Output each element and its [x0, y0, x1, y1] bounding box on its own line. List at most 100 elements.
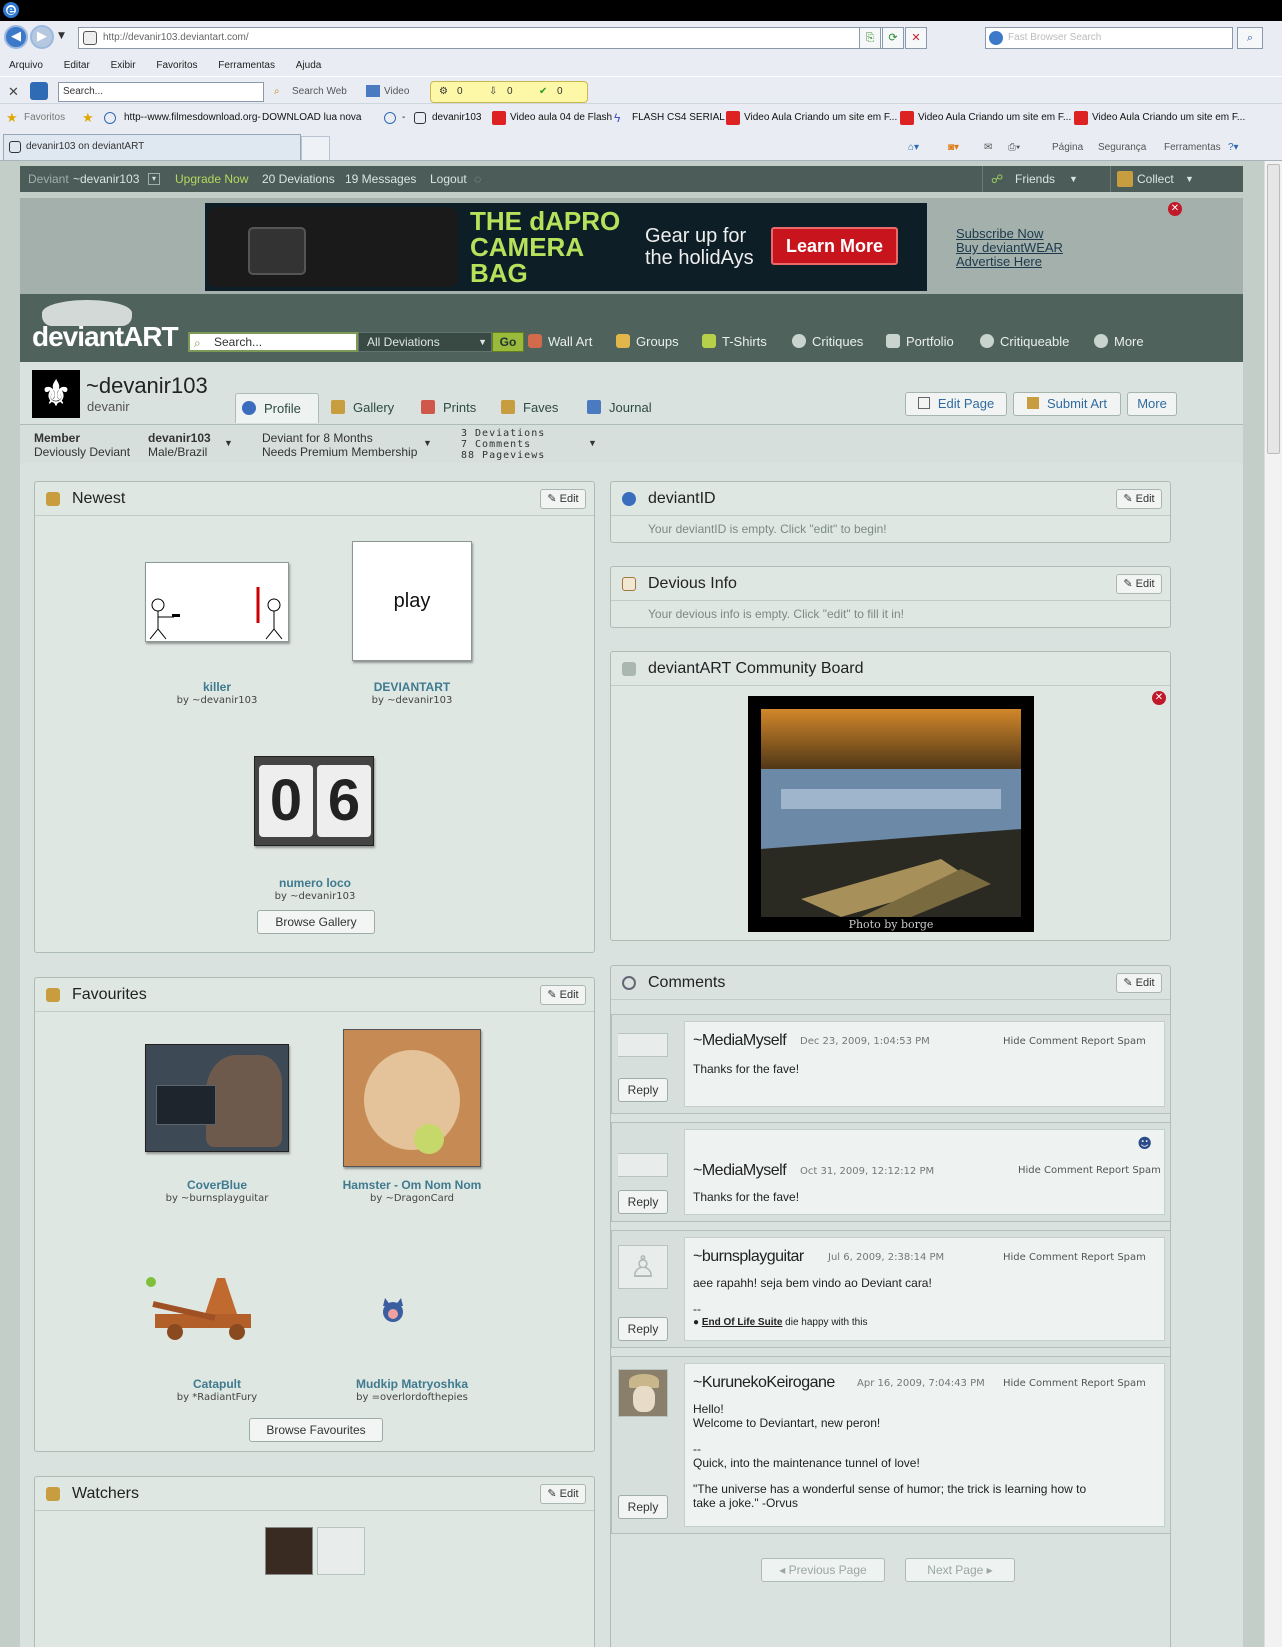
sig-link[interactable]: End Of Life Suite: [702, 1317, 783, 1328]
mail-icon[interactable]: ✉: [984, 140, 992, 156]
comment-1-reply-button[interactable]: Reply: [618, 1078, 668, 1102]
comment-1-date[interactable]: Dec 23, 2009, 1:04:53 PM: [800, 1036, 930, 1048]
search-web-button[interactable]: Search Web: [292, 83, 347, 101]
fav-author-catapult[interactable]: by *RadiantFury: [117, 1392, 317, 1404]
comment-3-avatar[interactable]: ♙: [618, 1245, 668, 1289]
user-dropdown-icon[interactable]: ▾: [148, 173, 160, 185]
site-search-input[interactable]: ⌕ Search...: [188, 332, 358, 352]
forward-button[interactable]: ▶: [30, 25, 54, 49]
buy-deviantwear-link[interactable]: Buy deviantWEAR: [956, 241, 1063, 255]
print-icon[interactable]: ⎙▾: [1008, 140, 1020, 156]
favorites-label[interactable]: Favoritos: [24, 105, 65, 131]
comment-2-avatar[interactable]: [618, 1153, 668, 1177]
subscribe-link[interactable]: Subscribe Now: [956, 227, 1063, 241]
toolbar-download-icon[interactable]: [30, 82, 48, 100]
close-board-icon[interactable]: ✕: [1152, 691, 1166, 705]
newest-edit-button[interactable]: ✎ Edit: [540, 489, 586, 509]
since-dropdown-icon[interactable]: ▼: [423, 436, 432, 450]
fav-link-8[interactable]: Video Aula Criando um site em F...: [918, 105, 1071, 131]
comment-2-author[interactable]: ~MediaMyself: [693, 1162, 787, 1180]
user-stat[interactable]: devanir103 Male/Brazil: [148, 431, 211, 459]
hamster-thumbnail[interactable]: [343, 1029, 481, 1167]
user-stat-dropdown-icon[interactable]: ▼: [224, 436, 233, 450]
nav-critiqueable[interactable]: Critiqueable: [980, 334, 1069, 350]
nav-critiques[interactable]: Critiques: [792, 334, 863, 350]
comment-1-author[interactable]: ~MediaMyself: [693, 1032, 787, 1050]
back-button[interactable]: ◀: [4, 25, 28, 49]
community-photo[interactable]: Photo by borge: [748, 696, 1034, 932]
fav-author-hamster[interactable]: by ~DragonCard: [312, 1193, 512, 1205]
deviation-title-numero-loco[interactable]: numero loco: [215, 876, 415, 890]
fav-title-hamster[interactable]: Hamster - Om Nom Nom: [312, 1178, 512, 1192]
killer-thumbnail[interactable]: [145, 562, 289, 642]
compat-view-icon[interactable]: ⎘: [859, 27, 881, 49]
deviation-author-killer[interactable]: by ~devanir103: [117, 695, 317, 707]
comment-2-date[interactable]: Oct 31, 2009, 12:12:12 PM: [800, 1166, 934, 1178]
upgrade-link[interactable]: Upgrade Now: [175, 166, 248, 192]
favorites-star-icon[interactable]: ★: [6, 105, 18, 131]
fav-link-7[interactable]: Video Aula Criando um site em F...: [744, 105, 897, 131]
menu-favoritos[interactable]: Favoritos: [156, 60, 197, 71]
home-icon[interactable]: ⌂▾: [908, 140, 919, 156]
favourites-edit-button[interactable]: ✎ Edit: [540, 985, 586, 1005]
browser-search-input[interactable]: Fast Browser Search: [985, 27, 1233, 49]
comment-1-avatar[interactable]: [618, 1033, 668, 1057]
deviation-author-deviantart[interactable]: by ~devanir103: [312, 695, 512, 707]
feeds-icon[interactable]: ◙▾: [948, 140, 959, 156]
deviantid-edit-button[interactable]: ✎ Edit: [1116, 489, 1162, 509]
browser-tab-active[interactable]: devanir103 on deviantART: [3, 134, 301, 160]
submit-art-button[interactable]: Submit Art: [1013, 392, 1121, 416]
browse-gallery-button[interactable]: Browse Gallery: [257, 910, 375, 934]
friends-menu[interactable]: ☍ Friends ▼: [982, 166, 1110, 192]
nav-wall-art[interactable]: Wall Art: [528, 334, 592, 350]
activity-stat[interactable]: 3 Deviations 7 Comments 88 Pageviews: [461, 428, 545, 461]
comment-2-reply-button[interactable]: Reply: [618, 1190, 668, 1214]
fav-title-mudkip[interactable]: Mudkip Matryoshka: [312, 1377, 512, 1391]
close-toolbar-icon[interactable]: ✕: [8, 83, 19, 101]
messages-link[interactable]: 19 Messages: [345, 166, 416, 192]
tab-prints[interactable]: Prints: [415, 393, 476, 423]
fav-author-mudkip[interactable]: by =overlordofthepies: [312, 1392, 512, 1404]
activity-dropdown-icon[interactable]: ▼: [588, 436, 597, 450]
vertical-scrollbar[interactable]: [1264, 161, 1282, 1647]
search-go-button[interactable]: Go: [492, 332, 524, 352]
watcher-avatar-1[interactable]: [265, 1527, 313, 1575]
watcher-avatar-2[interactable]: [317, 1527, 365, 1575]
previous-page-button[interactable]: ◂ Previous Page: [761, 1558, 885, 1582]
comment-3-spam[interactable]: Report Spam: [1081, 1252, 1146, 1264]
tab-journal[interactable]: Journal: [581, 393, 652, 423]
browse-favourites-button[interactable]: Browse Favourites: [249, 1418, 383, 1442]
scrollbar-thumb[interactable]: [1267, 164, 1280, 454]
user-menu[interactable]: ~devanir103: [73, 166, 139, 192]
deviation-title-deviantart[interactable]: DEVIANTART: [312, 680, 512, 694]
page-menu[interactable]: Página: [1052, 140, 1083, 156]
deviation-title-killer[interactable]: killer: [117, 680, 317, 694]
address-bar[interactable]: http://devanir103.deviantart.com/: [78, 27, 896, 49]
tab-gallery[interactable]: Gallery: [325, 393, 394, 423]
devious-info-edit-button[interactable]: ✎ Edit: [1116, 574, 1162, 594]
comment-4-reply-button[interactable]: Reply: [618, 1495, 668, 1519]
search-scope-select[interactable]: All Deviations ▼: [358, 332, 492, 352]
comment-4-spam[interactable]: Report Spam: [1081, 1378, 1146, 1390]
comment-1-spam[interactable]: Report Spam: [1081, 1036, 1146, 1048]
more-button[interactable]: More: [1127, 392, 1177, 416]
next-page-button[interactable]: Next Page ▸: [905, 1558, 1015, 1582]
new-tab-button[interactable]: [301, 136, 330, 160]
video-button[interactable]: Video: [384, 83, 409, 101]
deviantart-logo[interactable]: deviantART: [32, 322, 179, 352]
comment-1-hide[interactable]: Hide Comment: [1003, 1036, 1078, 1048]
search-go-icon[interactable]: ⌕: [1237, 27, 1263, 49]
menu-arquivo[interactable]: Arquivo: [9, 60, 43, 71]
logout-link[interactable]: Logout: [430, 166, 467, 192]
comments-edit-button[interactable]: ✎ Edit: [1116, 973, 1162, 993]
coverblue-thumbnail[interactable]: [145, 1044, 289, 1152]
nav-more[interactable]: More: [1094, 334, 1144, 350]
ad-banner[interactable]: THE dAPRO CAMERA BAG Gear up for the hol…: [205, 203, 927, 291]
refresh-icon[interactable]: ⟳: [882, 27, 904, 49]
comment-4-author[interactable]: ~KurunekoKeirogane: [693, 1374, 835, 1392]
stop-icon[interactable]: ✕: [905, 27, 927, 49]
tab-faves[interactable]: Faves: [495, 393, 558, 423]
learn-more-button[interactable]: Learn More: [771, 227, 898, 265]
close-ad-icon[interactable]: ✕: [1168, 202, 1182, 216]
nav-groups[interactable]: Groups: [616, 334, 679, 350]
